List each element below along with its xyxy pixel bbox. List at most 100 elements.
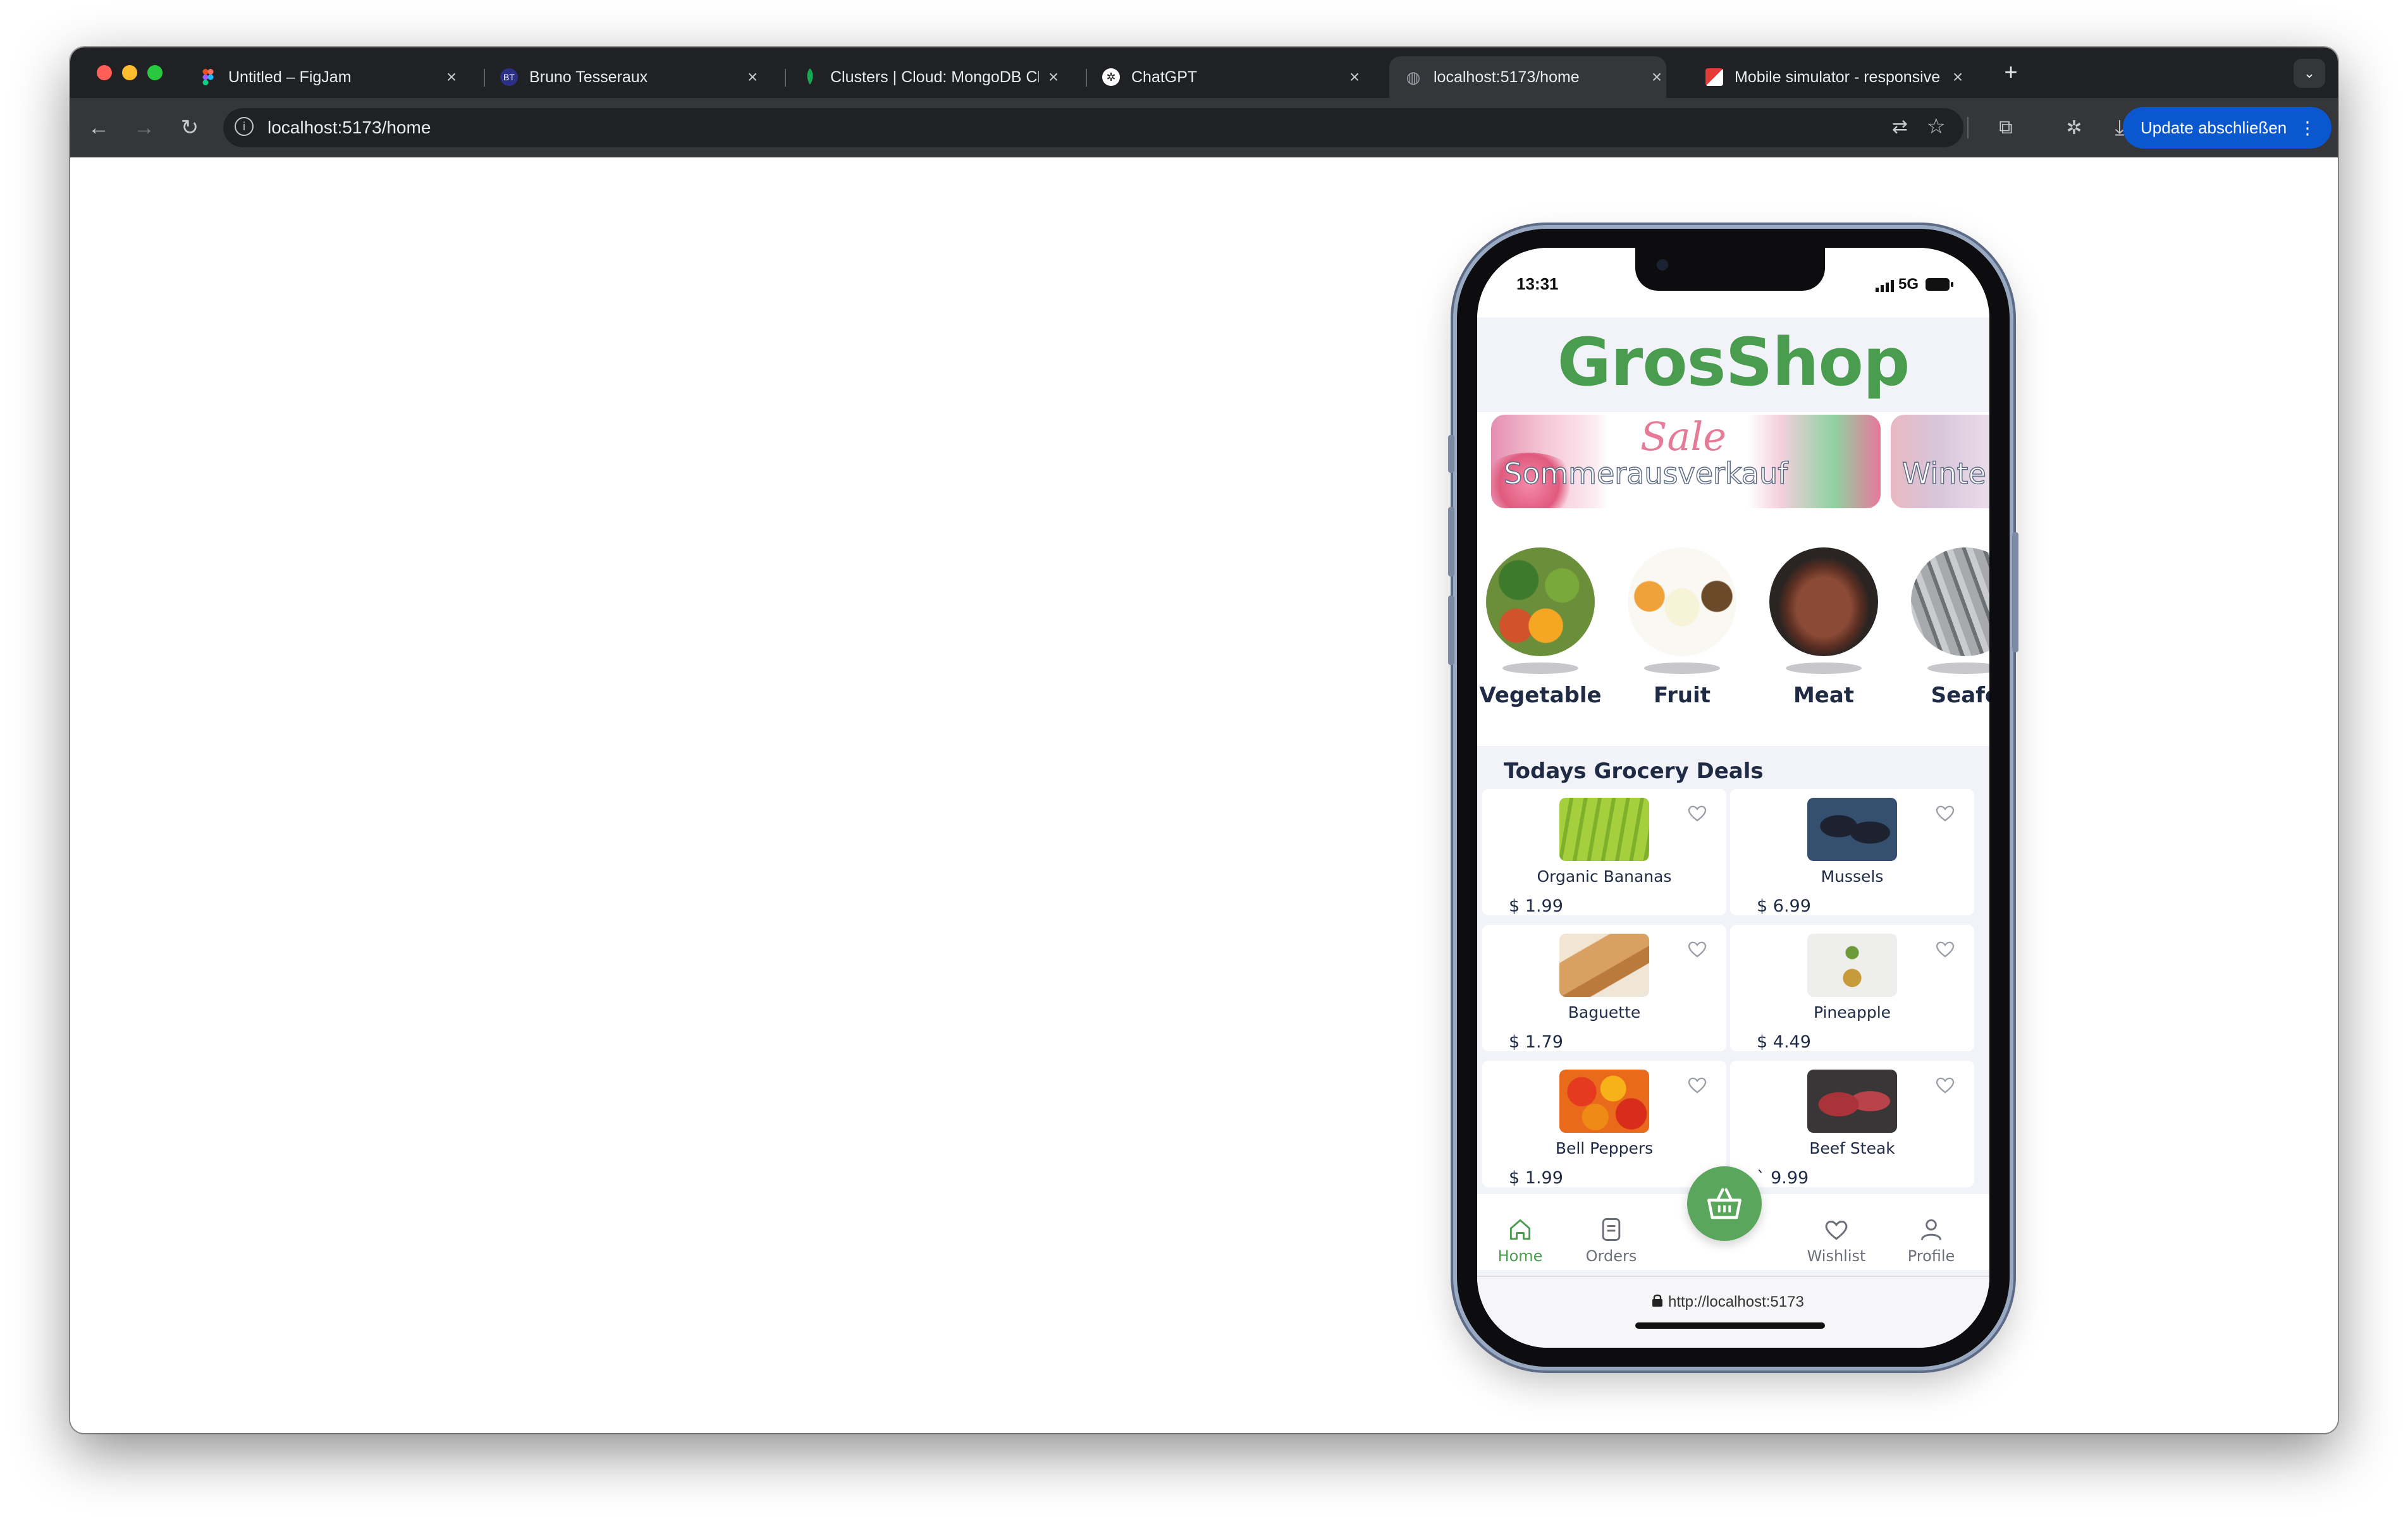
volume-down-button [1448, 595, 1454, 665]
nav-orders[interactable]: Orders [1573, 1216, 1649, 1265]
nav-wishlist-label: Wishlist [1807, 1247, 1866, 1265]
reload-icon[interactable]: ↻ [174, 112, 206, 143]
zoom-window-button[interactable] [147, 65, 163, 80]
deals-title: Todays Grocery Deals [1504, 759, 1764, 784]
category-shadow [1644, 662, 1720, 674]
phone-notch [1635, 248, 1825, 291]
product-card[interactable]: Bell Peppers $ 1.99 [1482, 1061, 1726, 1188]
nav-profile[interactable]: Profile [1893, 1216, 1969, 1265]
nav-orders-label: Orders [1585, 1247, 1637, 1265]
close-tab-icon[interactable]: × [442, 67, 461, 87]
address-text: localhost:5173/home [267, 118, 431, 137]
tab-mongodb[interactable]: Clusters | Cloud: MongoDB Cl × [786, 56, 1063, 98]
category-vegetable[interactable]: Vegetable [1477, 547, 1604, 708]
update-button[interactable]: Update abschließen ⋮ [2123, 107, 2331, 149]
category-shadow [1927, 662, 1989, 674]
browser-window: Untitled – FigJam × BT Bruno Tesseraux ×… [70, 47, 2338, 1433]
tab-title: Untitled – FigJam [228, 68, 352, 86]
orders-icon [1602, 1218, 1621, 1241]
product-name: Beef Steak [1809, 1139, 1895, 1157]
heart-icon[interactable] [1686, 802, 1709, 824]
product-name: Baguette [1568, 1003, 1641, 1022]
tab-strip: Untitled – FigJam × BT Bruno Tesseraux ×… [70, 47, 2338, 98]
category-meat[interactable]: Meat [1760, 547, 1887, 708]
close-tab-icon[interactable]: × [743, 67, 762, 87]
seafood-image [1911, 547, 1989, 656]
basket-icon [1707, 1188, 1742, 1219]
category-label: Vegetable [1479, 683, 1602, 708]
tab-search-chevron-icon[interactable]: ⌄ [2294, 59, 2325, 88]
product-price: $ 1.99 [1509, 1168, 1563, 1188]
product-price: $ 1.99 [1509, 896, 1563, 916]
minimize-window-button[interactable] [122, 65, 137, 80]
close-tab-icon[interactable]: × [1044, 67, 1063, 87]
tab-mobile-simulator[interactable]: Mobile simulator - responsive × [1690, 56, 1967, 98]
close-tab-icon[interactable]: × [1345, 67, 1364, 87]
nav-home[interactable]: Home [1482, 1216, 1558, 1265]
product-image [1807, 934, 1897, 997]
promo-banner-winter[interactable]: Winte [1891, 415, 1989, 508]
category-fruit[interactable]: Fruit [1619, 547, 1745, 708]
heart-icon[interactable] [1934, 1073, 1956, 1096]
category-shadow [1502, 662, 1578, 674]
site-info-icon[interactable]: i [235, 117, 254, 136]
update-button-label: Update abschließen [2141, 118, 2287, 137]
heart-icon[interactable] [1934, 802, 1956, 824]
product-price: $ 6.99 [1757, 896, 1811, 916]
meat-image [1769, 547, 1878, 656]
tab-title: Bruno Tesseraux [529, 68, 648, 86]
product-image [1807, 798, 1897, 861]
forward-arrow-icon[interactable]: → [128, 112, 160, 143]
tab-title: localhost:5173/home [1434, 68, 1580, 86]
phone-frame: 13:31 5G GrosShop Sale Sommerausverkauf … [1448, 229, 2018, 1367]
address-bar[interactable]: i localhost:5173/home ⇄ ☆ [223, 108, 1963, 147]
heart-icon[interactable] [1686, 1073, 1709, 1096]
browser-toolbar: ← → ↻ i localhost:5173/home ⇄ ☆ ⧉ ✲ ⤓ Up… [70, 98, 2338, 157]
category-seafood[interactable]: Seafo [1902, 547, 1989, 708]
translate-icon[interactable]: ⇄ [1892, 116, 1908, 138]
cart-basket-button[interactable] [1687, 1166, 1762, 1241]
heart-icon[interactable] [1686, 937, 1709, 960]
nav-profile-label: Profile [1907, 1247, 1955, 1265]
fruit-image [1628, 547, 1736, 656]
page-viewport: 13:31 5G GrosShop Sale Sommerausverkauf … [70, 157, 2338, 1433]
heart-icon[interactable] [1934, 937, 1956, 960]
chatgpt-extension-icon[interactable]: ✲ [2058, 112, 2090, 143]
profile-user-icon [1920, 1219, 1942, 1240]
product-price: ` 9.99 [1757, 1168, 1809, 1188]
product-card[interactable]: Baguette $ 1.79 [1482, 925, 1726, 1052]
extensions-puzzle-icon[interactable]: ⧉ [1990, 112, 2022, 143]
product-name: Mussels [1821, 867, 1884, 886]
product-card[interactable]: Pineapple $ 4.49 [1730, 925, 1974, 1052]
category-shadow [1786, 662, 1862, 674]
wishlist-heart-icon [1825, 1221, 1848, 1240]
simulator-url-text: http://localhost:5173 [1668, 1293, 1804, 1310]
status-time: 13:31 [1516, 274, 1559, 293]
power-button [2012, 532, 2018, 652]
profile-logo-icon: BT [500, 68, 518, 86]
signal-bars-icon [1876, 279, 1895, 295]
tab-chatgpt[interactable]: ✲ ChatGPT × [1087, 56, 1364, 98]
back-arrow-icon[interactable]: ← [83, 112, 114, 143]
close-tab-icon[interactable]: × [1948, 67, 1967, 87]
close-tab-icon[interactable]: × [1647, 67, 1666, 87]
tab-localhost-home[interactable]: ◍ localhost:5173/home × [1389, 56, 1666, 98]
globe-icon: ◍ [1406, 67, 1421, 87]
network-label: 5G [1898, 276, 1919, 293]
home-icon [1509, 1219, 1531, 1240]
banner-title: Sommerausverkauf [1503, 456, 1788, 491]
banner-sale-label: Sale [1640, 415, 1726, 460]
tab-bruno-tesseraux[interactable]: BT Bruno Tesseraux × [485, 56, 762, 98]
product-card[interactable]: Beef Steak ` 9.99 [1730, 1061, 1974, 1188]
product-card[interactable]: Mussels $ 6.99 [1730, 789, 1974, 916]
tab-title: Clusters | Cloud: MongoDB Cl [830, 68, 1039, 86]
tab-figjam[interactable]: Untitled – FigJam × [184, 56, 461, 98]
product-image [1559, 1070, 1649, 1133]
volume-up-button [1448, 507, 1454, 577]
close-window-button[interactable] [97, 65, 112, 80]
bookmark-star-icon[interactable]: ☆ [1927, 114, 1946, 139]
nav-wishlist[interactable]: Wishlist [1798, 1216, 1874, 1265]
promo-banner-summer[interactable]: Sale Sommerausverkauf [1491, 415, 1881, 508]
product-card[interactable]: Organic Bananas $ 1.99 [1482, 789, 1726, 916]
new-tab-plus-icon[interactable]: + [1995, 56, 2027, 88]
